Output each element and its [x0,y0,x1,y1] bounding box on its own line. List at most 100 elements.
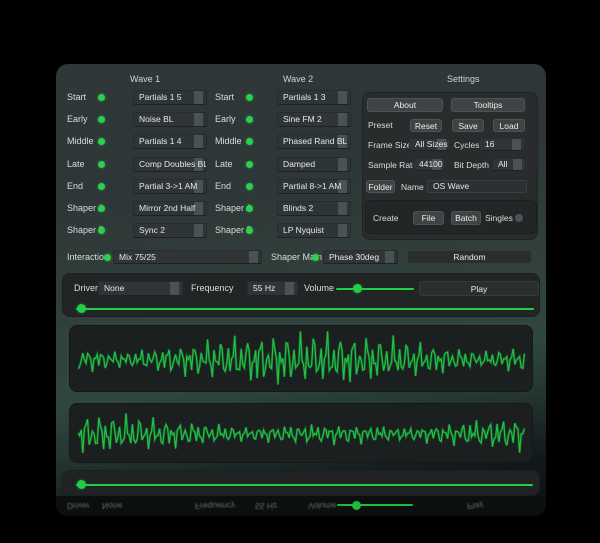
wave2-late-dropdown[interactable]: Damped [277,157,351,172]
wave1-late-indicator[interactable] [98,161,105,168]
wave1-middle-dropdown[interactable]: Partials 1 4 [133,134,207,149]
wave2-start-dropdown[interactable]: Partials 1 3 [277,90,351,105]
dropdown-value: Blinds 2 [283,203,314,213]
sample-rate-field[interactable]: 44100 [413,158,445,171]
cycles-dropdown[interactable]: 16 [479,138,525,151]
bottom-slider-track[interactable] [76,483,533,486]
shaper-main-dropdown[interactable]: Phase 30deg [323,250,398,264]
folder-button[interactable]: Folder [366,180,395,193]
bit-depth-dropdown[interactable]: All [492,158,526,171]
wave2-title: Wave 2 [283,74,314,84]
bottom-slider[interactable] [76,480,533,489]
wave1-middle-indicator[interactable] [98,138,105,145]
wave1-row-label: Middle [67,136,94,146]
settings-title: Settings [447,74,480,84]
interaction-indicator[interactable] [104,254,111,261]
wave1-shaper-b-indicator[interactable] [98,227,105,234]
wave2-start-indicator[interactable] [246,94,253,101]
create-label: Create [373,213,399,223]
wave2-early-indicator[interactable] [246,116,253,123]
wave1-late-dropdown[interactable]: Comp Doubles BL [133,157,207,172]
wave2-row-label: Late [215,159,233,169]
wave2-early-dropdown[interactable]: Sine FM 2 [277,112,351,127]
driver-row-reflection: Driver None Frequency 55 Hz Volume Play [56,496,546,516]
bottom-slider-thumb[interactable] [76,480,86,489]
about-button[interactable]: About [367,98,443,112]
dropdown-value: Sync 2 [139,225,165,235]
wave1-end-dropdown[interactable]: Partial 3->1 AM [133,179,207,194]
dropdown-value: Mix 75/25 [119,252,156,262]
reflection-volume-slider [337,501,413,510]
name-field[interactable]: OS Wave [427,180,527,193]
wave1-early-dropdown[interactable]: Noise BL [133,112,207,127]
driver-label: Driver [74,283,98,293]
wave2-shaper-b-indicator[interactable] [246,227,253,234]
wave1-row-label: Late [67,159,85,169]
dropdown-value: All [498,159,508,169]
dropdown-value: Mirror 2nd Half [139,203,196,213]
wave2-shaper-a-dropdown[interactable]: Blinds 2 [277,201,351,216]
interaction-label: Interaction [67,252,110,262]
dropdown-value: All Sizes [415,139,448,149]
driver-dropdown[interactable]: None [98,281,183,296]
interaction-dropdown[interactable]: Mix 75/25 [113,250,262,264]
random-button[interactable]: Random [407,250,532,264]
wave2-middle-dropdown[interactable]: Phased Rand BL [277,134,351,149]
reflection-volume-label: Volume [308,501,337,511]
wave1-end-indicator[interactable] [98,183,105,190]
reset-button[interactable]: Reset [410,119,442,132]
shaper-main-indicator[interactable] [312,254,319,261]
wave2-middle-indicator[interactable] [246,138,253,145]
tooltips-button[interactable]: Tooltips [451,98,525,112]
wave1-start-indicator[interactable] [98,94,105,101]
play-button[interactable]: Play [419,281,539,296]
load-button[interactable]: Load [493,119,525,132]
save-button[interactable]: Save [452,119,484,132]
volume-slider[interactable] [336,284,414,293]
reflection-slider-track [337,504,413,507]
dropdown-value: 55 Hz [253,283,276,293]
reflection-driver-label: Driver [67,501,90,511]
wave2-late-indicator[interactable] [246,161,253,168]
file-button[interactable]: File [413,211,444,225]
preset-label: Preset [368,120,393,130]
dropdown-value: Partials 1 5 [139,92,182,102]
reflection-slider-thumb [352,501,362,510]
dropdown-value: 16 [485,139,495,149]
dropdown-value: None [104,283,125,293]
reflection-frequency-value: 55 Hz [255,501,278,511]
reflection-driver-value: None [102,501,123,511]
create-panel: Create File Batch Singles [365,200,537,234]
volume-slider-track[interactable] [336,287,414,290]
dropdown-value: Partial 3->1 AM [139,181,198,191]
dropdown-value: Partials 1 3 [283,92,326,102]
wave2-shaper-b-dropdown[interactable]: LP Nyquist [277,223,351,238]
volume-slider-thumb[interactable] [352,284,362,293]
frequency-dropdown[interactable]: 55 Hz [247,281,298,296]
app-window: Wave 1 Wave 2 Settings Start Partials 1 … [56,64,546,516]
field-value: 44100 [419,159,443,169]
reflection-frequency-label: Frequency [195,501,236,511]
singles-toggle[interactable] [515,214,523,222]
position-slider[interactable] [76,304,534,313]
wave1-early-indicator[interactable] [98,116,105,123]
wave2-shaper-a-indicator[interactable] [246,205,253,212]
dropdown-value: Noise BL [139,114,174,124]
desktop-background: { "wave1": { "title": "Wave 1", "rows": … [0,0,600,543]
frame-size-dropdown[interactable]: All Sizes [409,138,450,151]
wave2-end-dropdown[interactable]: Partial 8->1 AM [277,179,351,194]
sample-rate-label: Sample Rate [368,160,418,170]
position-slider-thumb[interactable] [76,304,86,313]
wave1-shaper-a-dropdown[interactable]: Mirror 2nd Half [133,201,207,216]
batch-button[interactable]: Batch [451,211,481,225]
wave1-row-label: Early [67,114,88,124]
position-slider-track[interactable] [76,307,534,310]
wave1-shaper-b-dropdown[interactable]: Sync 2 [133,223,207,238]
waveform-trace-2 [78,413,526,453]
waveform-display-1 [69,325,533,392]
volume-label: Volume [304,283,335,293]
wave1-title: Wave 1 [130,74,161,84]
wave1-start-dropdown[interactable]: Partials 1 5 [133,90,207,105]
wave1-shaper-a-indicator[interactable] [98,205,105,212]
wave2-end-indicator[interactable] [246,183,253,190]
